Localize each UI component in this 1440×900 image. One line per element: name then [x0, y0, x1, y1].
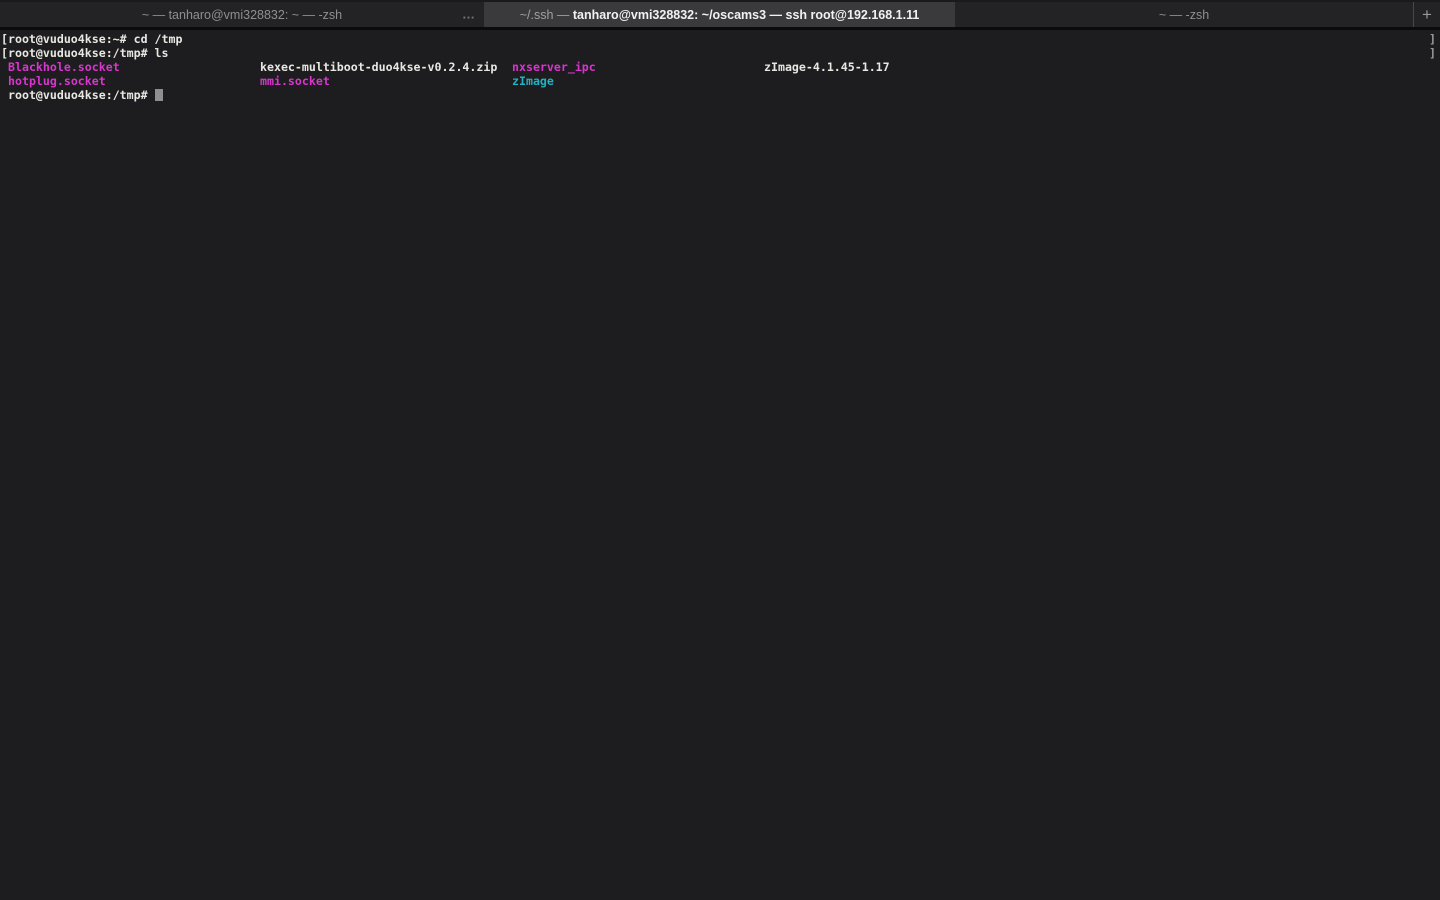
terminal-text-segment: zImage [512, 74, 554, 88]
terminal-line: [root@vuduo4kse:/tmp# ls] [1, 46, 1440, 60]
tab-bar: ~ — tanharo@vmi328832: ~ — -zsh … ~/.ssh… [0, 0, 1440, 30]
tab-title-path: ~/.ssh — [519, 7, 573, 22]
new-tab-button[interactable]: + [1414, 2, 1440, 27]
terminal-text-segment: ] [1429, 32, 1436, 46]
terminal-text-segment: Blackhole.socket [8, 60, 120, 74]
tab-title: ~ — -zsh [1158, 7, 1210, 22]
terminal-screen[interactable]: [root@vuduo4kse:~# cd /tmp] [root@vuduo4k… [0, 30, 1440, 900]
terminal-line: Blackhole.socket kexec-multiboot-duo4kse-… [1, 60, 1440, 74]
terminal-window: ~ — tanharo@vmi328832: ~ — -zsh … ~/.ssh… [0, 0, 1440, 900]
tab-shell-2[interactable]: ~ — -zsh [955, 2, 1414, 27]
terminal-line: hotplug.socket mmi.socket zImage [1, 74, 1440, 88]
terminal-cursor [155, 89, 163, 101]
terminal-text-segment: [root@vuduo4kse:~# cd /tmp [1, 32, 183, 46]
tab-title: ~/.ssh — tanharo@vmi328832: ~/oscams3 — … [520, 8, 920, 22]
terminal-text-segment: kexec-multiboot-duo4kse-v0.2.4.zip [260, 60, 498, 74]
tab-shell-1[interactable]: ~ — tanharo@vmi328832: ~ — -zsh … [0, 2, 484, 27]
terminal-line: root@vuduo4kse:/tmp# [1, 88, 1440, 102]
terminal-text-segment: hotplug.socket [8, 74, 106, 88]
tab-title-main: tanharo@vmi328832: ~/oscams3 — ssh root@… [572, 7, 920, 22]
plus-icon: + [1422, 4, 1432, 24]
terminal-text-segment: zImage-4.1.45-1.17 [764, 60, 890, 74]
tab-ssh-session[interactable]: ~/.ssh — tanharo@vmi328832: ~/oscams3 — … [484, 2, 955, 27]
terminal-text-segment: root@vuduo4kse:/tmp# [8, 88, 148, 102]
terminal-line: [root@vuduo4kse:~# cd /tmp] [1, 32, 1440, 46]
ellipsis-indicator: … [462, 5, 476, 21]
terminal-text-segment: mmi.socket [260, 74, 330, 88]
terminal-text-segment: [root@vuduo4kse:/tmp# ls [1, 46, 169, 60]
terminal-text-segment: nxserver_ipc [512, 60, 596, 74]
tab-title: ~ — tanharo@vmi328832: ~ — -zsh [141, 7, 343, 22]
terminal-text-segment: ] [1429, 46, 1436, 60]
